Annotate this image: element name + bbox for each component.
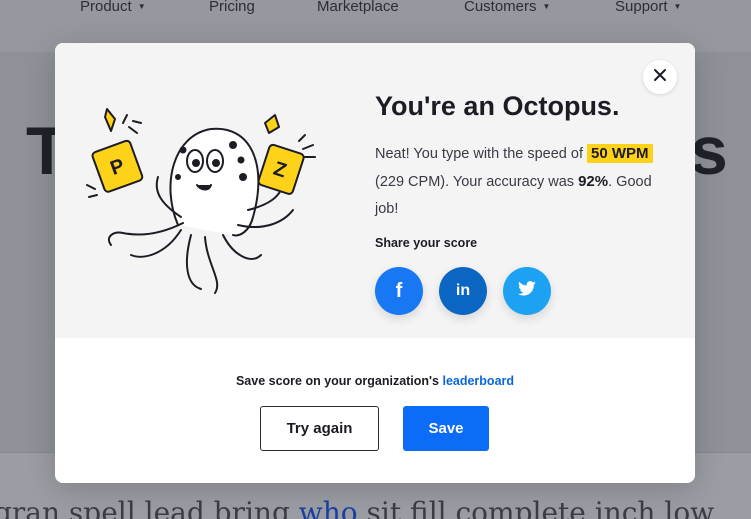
typing-text: gran spell lead bring who sit fill compl… [0,496,715,519]
share-label: Share your score [375,236,478,250]
nav-pricing[interactable]: Pricing [209,0,255,15]
nav-product[interactable]: Product ▼ [80,0,146,15]
facebook-icon: f [395,279,403,302]
accuracy-value: 92% [578,173,609,190]
linkedin-share-button[interactable]: in [439,267,487,315]
facebook-share-button[interactable]: f [375,267,423,315]
result-description: Neat! You type with the speed of 50 WPM … [375,144,653,217]
background-heading-end: s [690,113,728,189]
result-title: You're an Octopus. [375,91,620,121]
close-button[interactable] [643,60,677,94]
twitter-icon [518,281,536,301]
caret-down-icon: ▼ [542,2,551,11]
linkedin-icon: in [455,282,471,299]
nav-marketplace[interactable]: Marketplace [317,0,399,15]
save-score-text: Save score on your organization's leader… [235,374,515,388]
nav-customers[interactable]: Customers ▼ [464,0,550,15]
caret-down-icon: ▼ [137,2,146,11]
twitter-share-button[interactable] [503,267,551,315]
result-modal: P Z You're an Octopus. Neat! You type wi… [55,43,695,483]
save-button[interactable]: Save [403,406,489,451]
try-again-button[interactable]: Try again [260,406,379,451]
caret-down-icon: ▼ [673,2,682,11]
wpm-badge: 50 WPM [587,144,653,163]
octopus-illustration: P Z [83,105,333,305]
close-icon [653,68,667,87]
nav-support[interactable]: Support ▼ [615,0,681,15]
leaderboard-link[interactable]: leaderboard [442,374,514,388]
